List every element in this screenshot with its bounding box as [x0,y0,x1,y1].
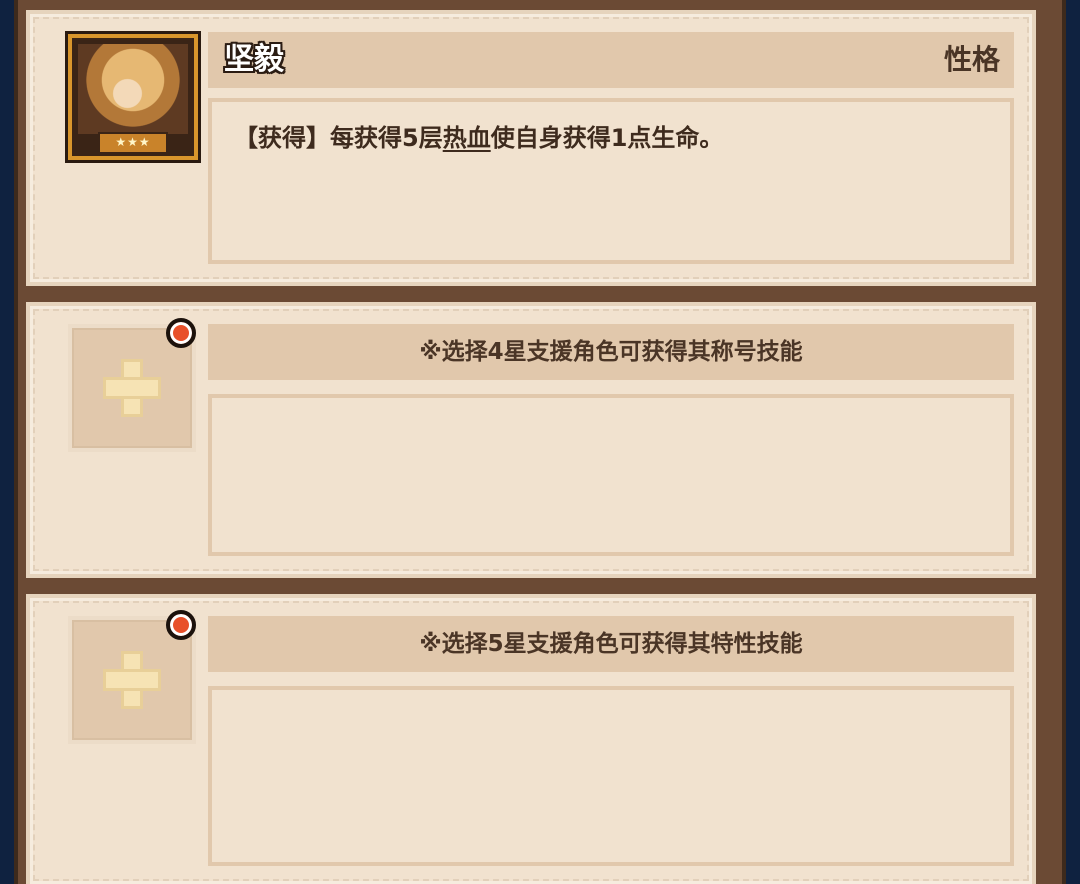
trait-description: 【获得】每获得5层热血使自身获得1点生命。 [234,118,723,153]
trait-card: ★★★ 坚毅 性格 【获得】每获得5层热血使自身获得1点生命。 [26,10,1036,286]
trait-description-prefix: 【获得】每获得5层 [234,124,443,152]
character-avatar [78,44,188,134]
trait-name: 坚毅 [224,42,284,77]
slot-hint: ※选择4星支援角色可获得其称号技能 [208,324,1014,380]
trait-type-label: 性格 [943,43,1000,76]
keyword-link[interactable]: 热血 [443,124,491,152]
support-slot-card: ※选择4星支援角色可获得其称号技能 [26,302,1036,578]
notification-dot [166,318,196,348]
star-rating: ★★★ [98,132,168,154]
slot-description-box [208,394,1014,556]
trait-title-bar: 坚毅 性格 [208,32,1014,88]
notification-dot [166,610,196,640]
character-portrait[interactable]: ★★★ [68,34,198,160]
slot-description-box [208,686,1014,866]
plus-icon [106,654,158,706]
support-slot-card: ※选择5星支援角色可获得其特性技能 [26,594,1036,884]
trait-description-suffix: 使自身获得1点生命。 [490,124,724,152]
plus-icon [106,362,158,414]
trait-description-box: 【获得】每获得5层热血使自身获得1点生命。 [208,98,1014,264]
slot-hint: ※选择5星支援角色可获得其特性技能 [208,616,1014,672]
